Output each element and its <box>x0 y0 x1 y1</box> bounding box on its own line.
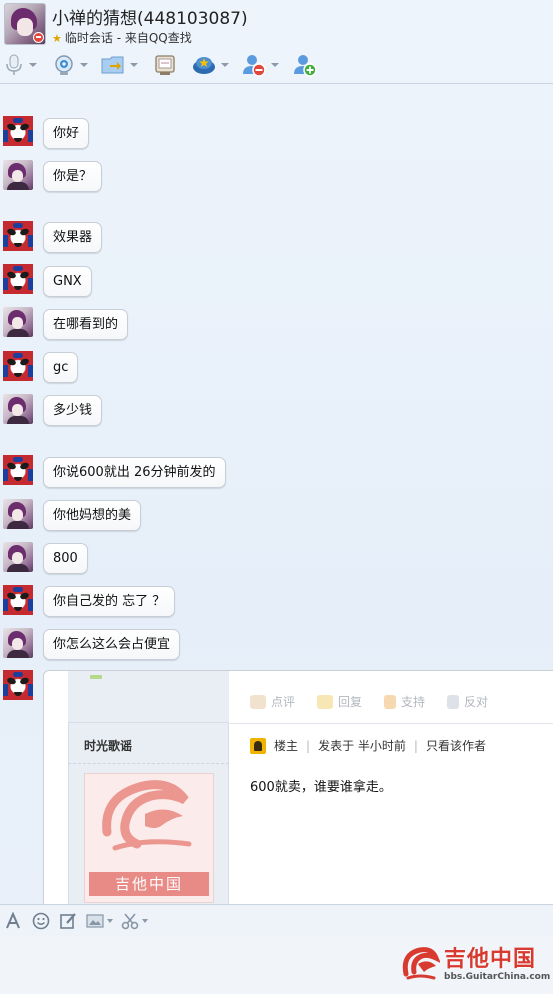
screen-share-button[interactable] <box>154 52 176 78</box>
message-bubble: GNX <box>43 266 92 297</box>
thread-starter-icon <box>250 737 266 754</box>
thumbs-up-icon <box>384 694 397 709</box>
guitarchina-logo: 吉他中国 <box>84 773 214 903</box>
message-bubble: 你自己发的 忘了 ？ <box>43 586 176 617</box>
message-bubble: 你好 <box>43 118 90 149</box>
message-bubble: 效果器 <box>43 222 103 253</box>
my-avatar[interactable] <box>3 670 33 700</box>
my-avatar[interactable] <box>3 116 33 146</box>
chat-header: 小禅的猜想(448103087) ★ 临时会话 - 来自QQ查找 <box>0 0 553 84</box>
session-type-label: 临时会话 - 来自QQ查找 <box>64 31 192 45</box>
message-bubble: 多少钱 <box>43 395 103 426</box>
contact-avatar-small[interactable] <box>3 628 33 658</box>
contact-avatar[interactable] <box>4 3 46 45</box>
emoji-button[interactable] <box>32 910 50 932</box>
message-bubble: 800 <box>43 543 88 574</box>
thread-starter-label: 楼主 <box>274 739 299 753</box>
post-content: 600就卖，谁要谁拿走。 <box>250 780 392 795</box>
post-meta: 楼主 | 发表于 半小时前 | 只看该作者 <box>250 737 486 754</box>
my-avatar[interactable] <box>3 264 33 294</box>
message-bubble: gc <box>43 352 79 383</box>
post-author-name: 时光歌谣 <box>84 739 133 753</box>
add-friend-button[interactable] <box>293 52 317 78</box>
block-user-button[interactable] <box>242 52 279 78</box>
contact-avatar-small[interactable] <box>3 307 33 337</box>
chat-toolbar <box>0 52 553 80</box>
contact-name[interactable]: 小禅的猜想(448103087) <box>52 4 248 29</box>
logo-caption: 吉他中国 <box>89 872 209 896</box>
block-user-icon <box>243 55 266 77</box>
video-call-button[interactable] <box>53 52 88 78</box>
input-toolbar <box>0 904 553 936</box>
add-friend-icon <box>294 55 317 77</box>
message-bubble: 你说600就出 26分钟前发的 <box>43 457 226 488</box>
edit-icon <box>60 913 76 929</box>
file-transfer-icon <box>101 56 124 74</box>
contact-avatar-small[interactable] <box>3 394 33 424</box>
reply-action[interactable]: 回复 <box>317 693 362 710</box>
font-button[interactable] <box>5 910 21 932</box>
image-icon <box>86 914 104 928</box>
support-action[interactable]: 支持 <box>384 693 425 710</box>
reply-icon <box>317 694 334 709</box>
watermark-title: 吉他中国 <box>444 947 537 972</box>
message-bubble: 你是？ <box>43 161 103 192</box>
contact-avatar-small[interactable] <box>3 160 33 190</box>
send-file-button[interactable] <box>101 52 138 78</box>
watermark-url: bbs.GuitarChina.com <box>444 972 551 982</box>
image-button[interactable] <box>86 910 113 932</box>
dragon-logo-icon <box>402 947 441 980</box>
comment-icon <box>250 694 266 709</box>
contact-avatar-small[interactable] <box>3 499 33 529</box>
remote-assist-button[interactable] <box>192 52 229 78</box>
my-avatar[interactable] <box>3 351 33 381</box>
video-icon <box>55 55 73 75</box>
post-actions: 点评 回复 支持 反对 <box>250 693 510 710</box>
screen-share-icon <box>155 55 175 75</box>
remote-assist-icon <box>193 57 215 74</box>
voice-call-button[interactable] <box>4 52 37 78</box>
oppose-action[interactable]: 反对 <box>447 693 488 710</box>
guitarchina-watermark-logo <box>398 944 441 986</box>
font-icon <box>6 912 20 929</box>
message-bubble: 你他妈想的美 <box>43 500 142 531</box>
emoji-icon <box>32 912 50 930</box>
screenshot-image-message[interactable]: 点评 回复 支持 反对 时光歌谣 楼主 | 发表于 半小时前 | 只看该作者 6… <box>43 670 553 910</box>
post-time: 发表于 半小时前 <box>318 739 406 753</box>
microphone-icon <box>6 54 22 75</box>
thumbs-down-icon <box>447 694 460 709</box>
message-bubble: 你怎么这么会占便宜 <box>43 629 181 660</box>
screenshot-button[interactable] <box>121 910 148 932</box>
comment-action[interactable]: 点评 <box>250 693 295 710</box>
message-bubble: 在哪看到的 <box>43 309 129 340</box>
my-avatar[interactable] <box>3 221 33 251</box>
my-avatar[interactable] <box>3 585 33 615</box>
star-icon: ★ <box>52 32 62 45</box>
my-avatar[interactable] <box>3 455 33 485</box>
edit-button[interactable] <box>59 910 77 932</box>
dragon-guitar-logo <box>102 780 192 851</box>
session-info: ★ 临时会话 - 来自QQ查找 <box>52 29 192 46</box>
scissors-icon <box>121 913 139 930</box>
view-author-only-link: 只看该作者 <box>425 739 486 753</box>
busy-status-icon <box>33 32 44 43</box>
site-watermark: 吉他中国 bbs.GuitarChina.com <box>398 942 550 988</box>
contact-avatar-small[interactable] <box>3 542 33 572</box>
